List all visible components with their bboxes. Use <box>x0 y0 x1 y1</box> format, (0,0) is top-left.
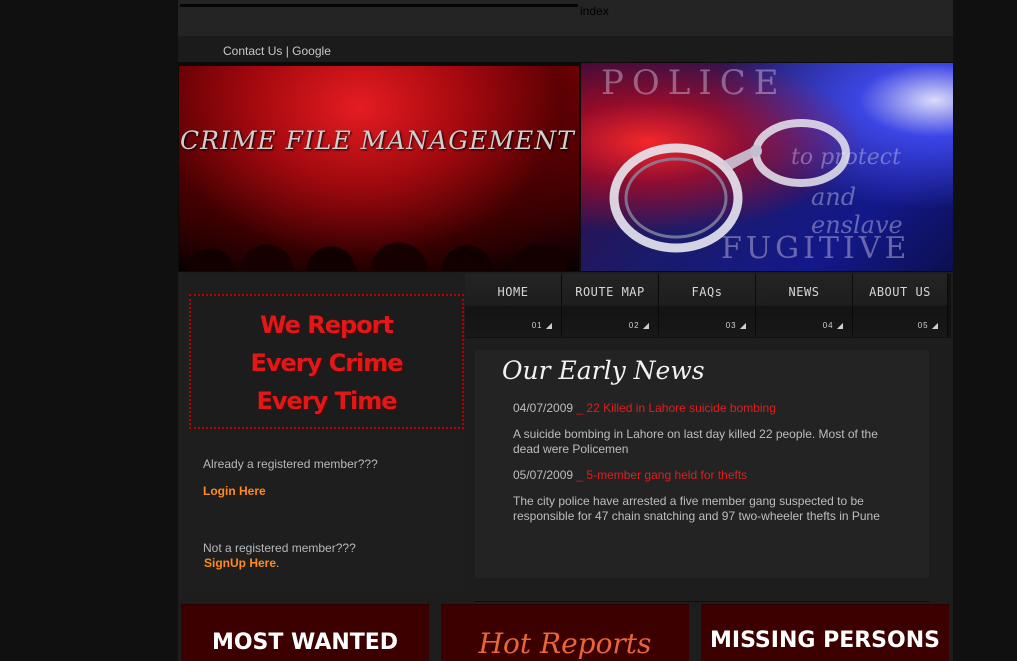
missing-persons-title: MISSING PERSONS <box>710 628 940 653</box>
banner-police-word: POLICE <box>601 63 787 103</box>
most-wanted-title: MOST WANTED <box>211 630 399 655</box>
news-date: 04/07/2009 <box>513 401 574 415</box>
signup-line: SignUp Here. <box>204 556 279 570</box>
news-body: The city police have arrested a five mem… <box>513 494 880 523</box>
nav-news-label: NEWS <box>788 285 820 299</box>
missing-persons-box[interactable]: MISSING PERSONS <box>701 604 949 661</box>
index-label: index <box>580 4 609 18</box>
banner-crowd-image <box>179 66 579 271</box>
top-divider <box>180 4 578 7</box>
we-report-stamp: We Report Every Crime Every Time <box>189 294 464 429</box>
google-link[interactable]: Google <box>292 44 331 58</box>
handcuffs-icon <box>609 119 850 253</box>
stamp-line-1: We Report <box>260 311 394 339</box>
nav-faqs[interactable]: FAQs 03 ◢ <box>659 274 756 337</box>
nav-news-number: 04 ◢ <box>822 321 844 330</box>
not-registered-prompt: Not a registered member??? <box>203 541 356 555</box>
page-container: index Contact Us | Google CRIME FILE MAN… <box>178 0 953 661</box>
news-panel: Our Early News 04/07/2009 _ 22 Killed in… <box>475 350 929 578</box>
nav-faqs-label: FAQs <box>691 285 723 299</box>
nav-route-map[interactable]: ROUTE MAP 02 ◢ <box>562 274 659 337</box>
nav-home[interactable]: HOME 01 ◢ <box>465 274 562 337</box>
nav-about-us-label: ABOUT US <box>869 285 931 299</box>
news-headline-link[interactable]: _ 22 Killed in Lahore suicide bombing <box>576 401 775 415</box>
crowd-silhouette <box>179 201 579 271</box>
nav-news[interactable]: NEWS 04 ◢ <box>756 274 853 337</box>
stamp-text: We Report Every Crime Every Time <box>191 306 462 420</box>
signup-suffix: . <box>276 556 280 570</box>
news-date: 05/07/2009 <box>513 468 574 482</box>
nav-home-label: HOME <box>497 285 529 299</box>
news-title: Our Early News <box>502 356 705 385</box>
signup-link[interactable]: SignUp Here <box>204 556 276 570</box>
news-headline-link[interactable]: _ 5-member gang held for thefts <box>576 468 747 482</box>
stamp-line-2: Every Crime <box>250 349 403 377</box>
hot-reports-box[interactable]: Hot Reports <box>441 604 689 661</box>
contact-us-link[interactable]: Contact Us <box>223 44 282 58</box>
site-title: CRIME FILE MANAGEMENT <box>180 126 575 155</box>
top-bar: index <box>178 0 953 36</box>
stamp-line-3: Every Time <box>256 387 397 415</box>
nav-route-map-label: ROUTE MAP <box>575 285 645 299</box>
most-wanted-box[interactable]: MOST WANTED <box>181 604 429 661</box>
main-nav: HOME 01 ◢ ROUTE MAP 02 ◢ FAQs 03 ◢ NEWS … <box>465 274 951 338</box>
news-item-1-header: 04/07/2009 _ 22 Killed in Lahore suicide… <box>513 401 776 415</box>
hot-reports-title: Hot Reports <box>478 627 652 660</box>
nav-home-number: 01 ◢ <box>531 321 553 330</box>
link-separator: | <box>285 44 289 58</box>
nav-faqs-number: 03 ◢ <box>725 321 747 330</box>
nav-route-map-number: 02 ◢ <box>628 321 650 330</box>
login-link[interactable]: Login Here <box>203 484 266 498</box>
news-item-2-header: 05/07/2009 _ 5-member gang held for thef… <box>513 468 747 482</box>
left-sidebar: We Report Every Crime Every Time Already… <box>181 277 464 593</box>
top-links: Contact Us | Google <box>223 44 331 59</box>
banner-police-image: POLICE to protect and enslave FUGITIVE <box>581 63 953 271</box>
section-divider <box>475 601 929 602</box>
nav-about-us[interactable]: ABOUT US 05 ◢ <box>853 274 948 337</box>
news-body: A suicide bombing in Lahore on last day … <box>513 427 878 456</box>
nav-about-us-number: 05 ◢ <box>917 321 939 330</box>
registered-prompt: Already a registered member??? <box>203 457 378 471</box>
header-banner: CRIME FILE MANAGEMENT POLICE to protect … <box>178 62 953 272</box>
